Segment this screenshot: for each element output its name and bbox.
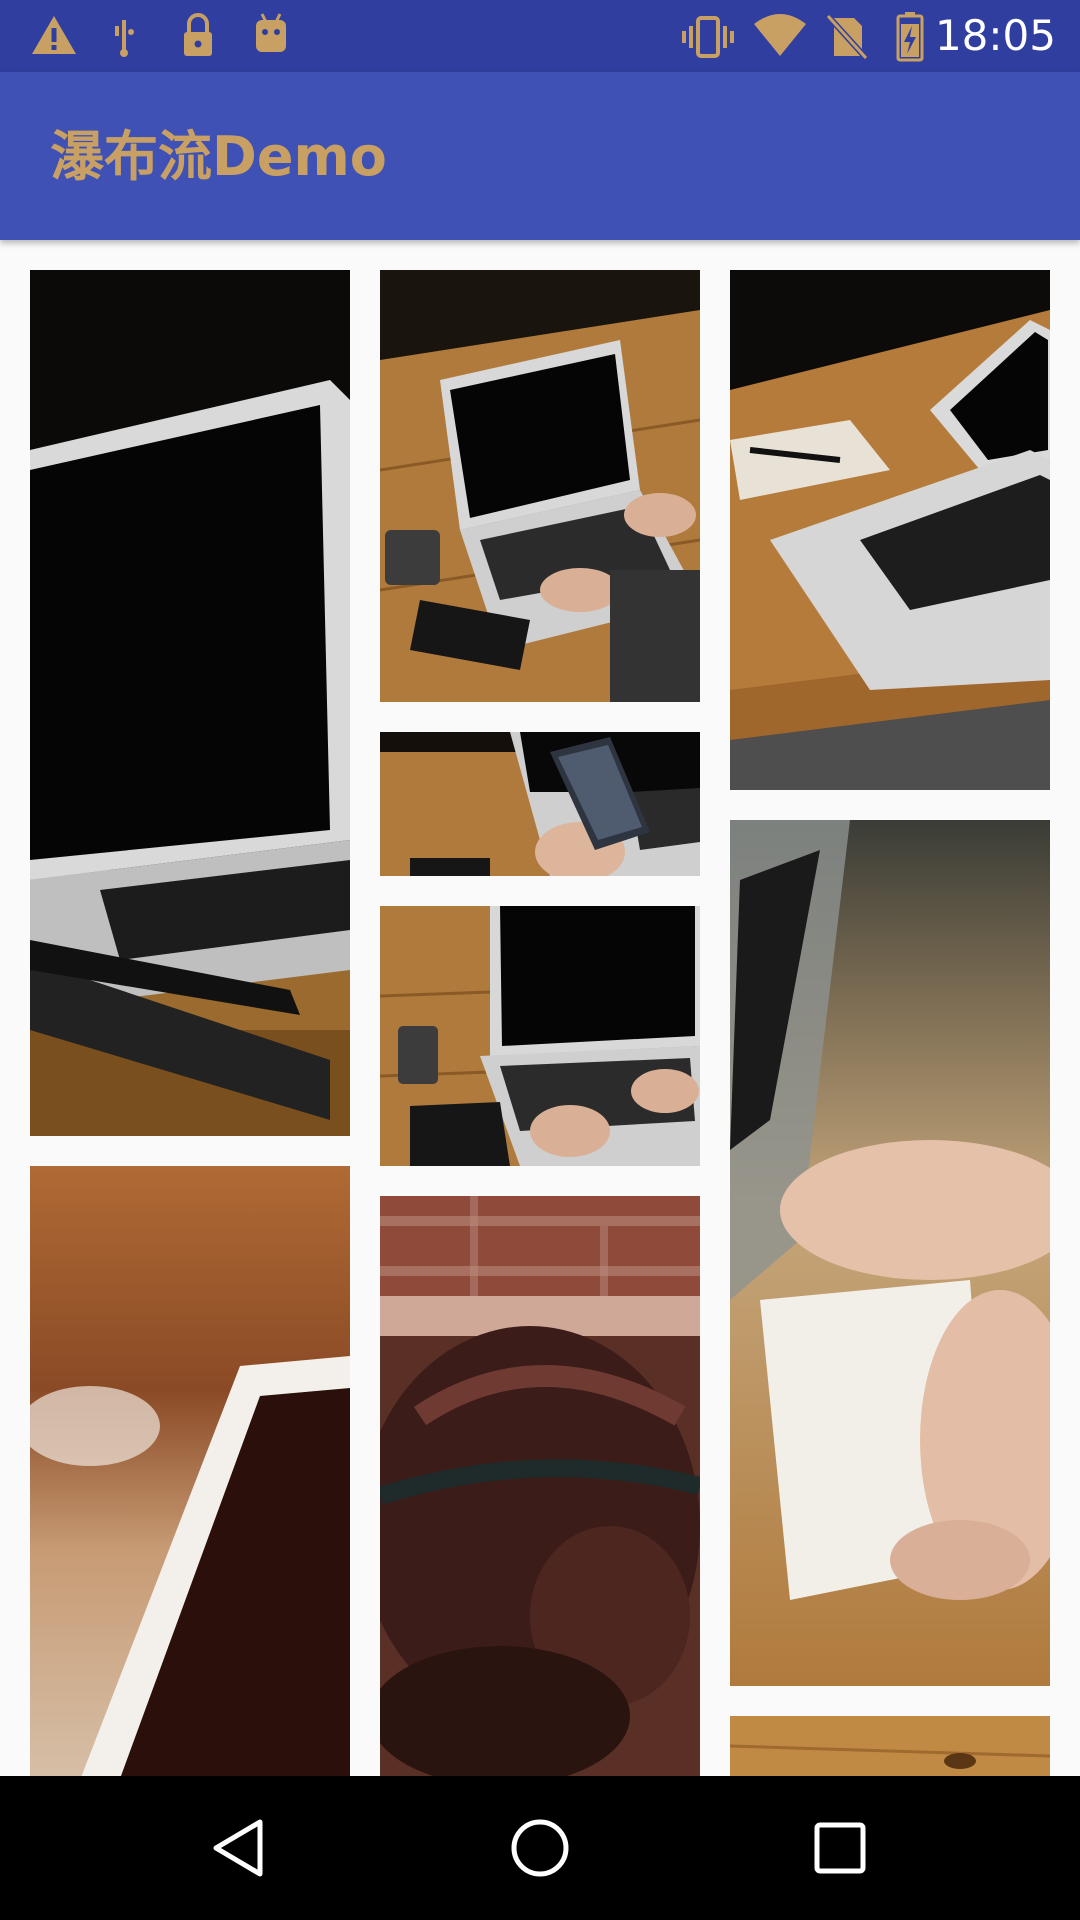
feed-image-hands-notebook[interactable] (730, 820, 1050, 1686)
wifi-icon (754, 14, 806, 56)
feed-image-tablet[interactable] (30, 1166, 350, 1776)
feed-image-leather-bag[interactable] (380, 1196, 700, 1776)
clock: 18:05 (934, 11, 1056, 60)
feed-image-laptop-closeup[interactable] (30, 270, 350, 1136)
warning-icon (32, 16, 76, 54)
laptop-phone-photo (380, 906, 700, 1166)
feed-image-laptop-notebook[interactable] (730, 270, 1050, 790)
table-photo (730, 1716, 1050, 1776)
vibrate-icon (682, 16, 734, 58)
android-debug-icon (256, 13, 286, 52)
battery-charging-icon (896, 12, 924, 62)
no-sim-icon (825, 13, 868, 61)
app-bar: 瀑布流Demo (0, 72, 1080, 240)
feed-image-hands-typing[interactable] (380, 270, 700, 702)
usb-icon (115, 20, 134, 57)
feed-image-laptop-and-phone[interactable] (380, 906, 700, 1166)
back-button[interactable] (204, 1812, 276, 1884)
navigation-bar (0, 1776, 1080, 1920)
feed-image-wooden-table[interactable] (730, 1716, 1050, 1776)
recents-button[interactable] (804, 1812, 876, 1884)
waterfall-feed[interactable] (0, 240, 1080, 1776)
tablet-photo (30, 1166, 350, 1776)
bag-photo (380, 1196, 700, 1776)
lock-icon (184, 13, 212, 56)
app-title: 瀑布流Demo (50, 125, 387, 188)
notebook-photo (730, 820, 1050, 1686)
home-button[interactable] (504, 1812, 576, 1884)
laptop-notebook-photo (730, 270, 1050, 790)
laptop-photo (30, 270, 350, 1136)
typing-photo (380, 270, 700, 702)
feed-image-phone-in-hand[interactable] (380, 732, 700, 876)
status-bar: 18:05 (0, 0, 1080, 72)
phone-photo (380, 732, 700, 876)
